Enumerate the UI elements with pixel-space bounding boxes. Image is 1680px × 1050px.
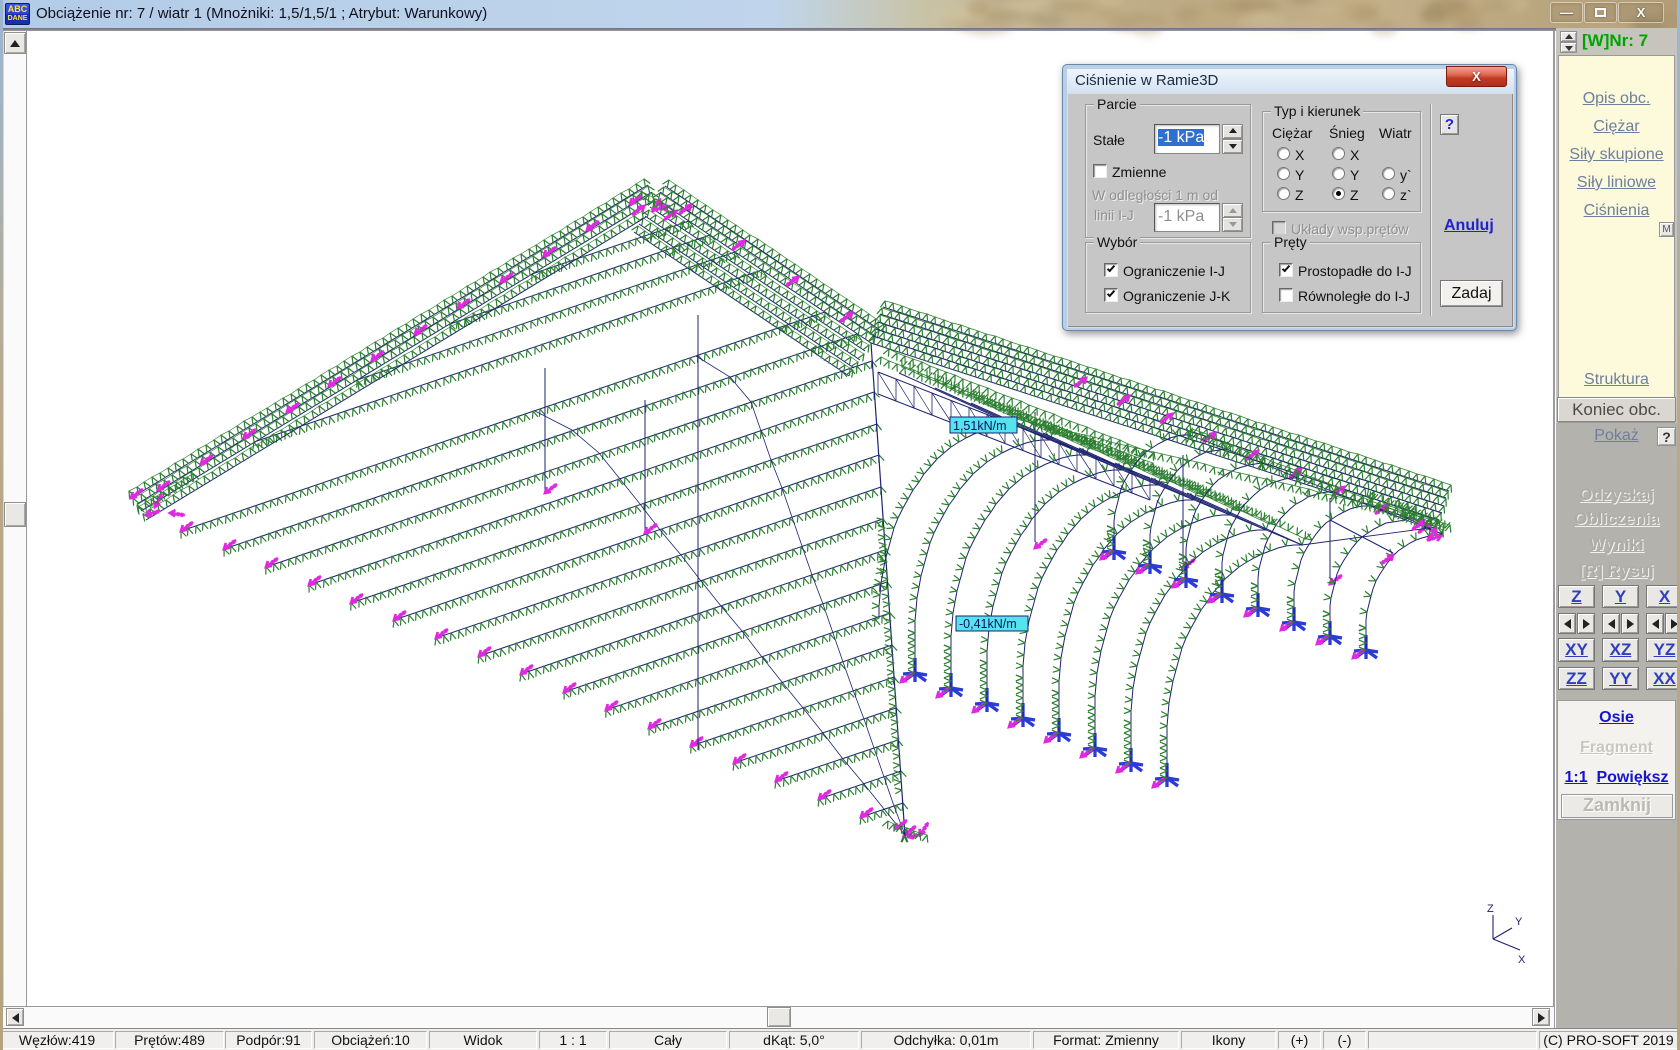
svg-text:Z: Z: [1487, 903, 1494, 915]
svg-text:1,51kN/m: 1,51kN/m: [953, 419, 1007, 433]
svg-text:-0,41kN/m: -0,41kN/m: [959, 617, 1017, 631]
svg-text:Y: Y: [1515, 916, 1523, 928]
svg-text:X: X: [1518, 954, 1526, 966]
